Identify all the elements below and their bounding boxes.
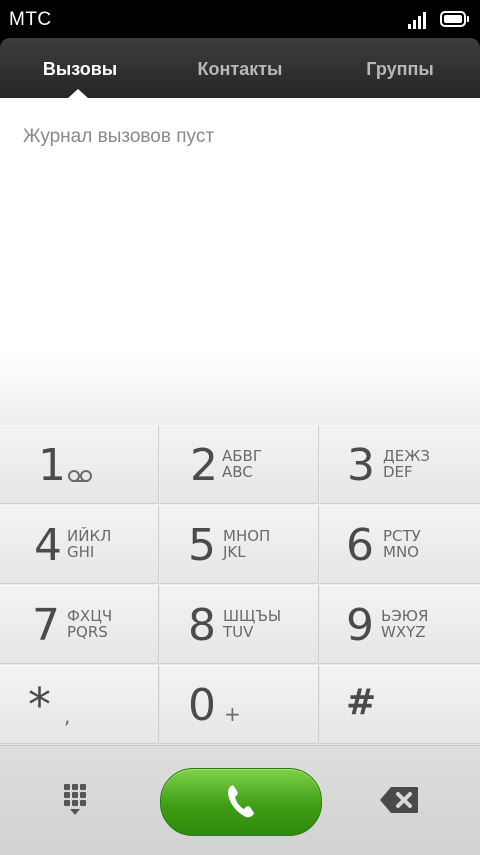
phone-handset-icon <box>228 785 254 818</box>
key-star[interactable]: * , <box>0 665 159 744</box>
key-digit: 0 <box>188 680 216 731</box>
key-3[interactable]: 3 ДЕЖЗ DEF <box>320 425 480 504</box>
key-2[interactable]: 2 АБВГ ABC <box>160 425 319 504</box>
active-tab-indicator <box>68 89 88 98</box>
key-letters: МНОП JKL <box>223 527 271 561</box>
key-letters: АБВГ ABC <box>222 447 262 481</box>
key-1[interactable]: 1 <box>0 425 159 504</box>
key-digit: 5 <box>188 520 216 571</box>
key-8[interactable]: 8 ШЩЪЫ TUV <box>160 585 319 664</box>
key-digit: 3 <box>347 440 375 491</box>
key-hash[interactable]: # <box>320 665 480 744</box>
key-sub-symbol: + <box>224 702 241 726</box>
key-digit: 9 <box>346 600 374 651</box>
empty-call-log-message: Журнал вызовов пуст <box>23 126 215 147</box>
key-4[interactable]: 4 ИЙКЛ GHI <box>0 505 159 584</box>
dialpad-grid-icon[interactable] <box>64 784 94 818</box>
signal-bars-icon <box>408 11 430 29</box>
key-letters: ДЕЖЗ DEF <box>383 447 430 481</box>
status-bar: МТС <box>0 0 480 38</box>
key-digit: 4 <box>34 520 62 571</box>
tab-groups[interactable]: Группы <box>320 38 480 98</box>
key-digit: 2 <box>190 440 218 491</box>
carrier-name: МТС <box>9 9 52 30</box>
key-letters: РСТУ MNO <box>383 527 421 561</box>
key-digit: 7 <box>32 600 60 651</box>
key-letters: ИЙКЛ GHI <box>67 527 112 561</box>
tab-bar: Вызовы Контакты Группы <box>0 38 480 98</box>
key-digit: * <box>28 678 51 732</box>
key-digit: 6 <box>346 520 374 571</box>
key-letters: ШЩЪЫ TUV <box>223 607 282 641</box>
key-letters: ЬЭЮЯ WXYZ <box>381 607 429 641</box>
key-letters: ФХЦЧ PQRS <box>67 607 113 641</box>
key-digit: 8 <box>188 600 216 651</box>
key-6[interactable]: 6 РСТУ MNO <box>320 505 480 584</box>
call-button[interactable] <box>160 768 322 836</box>
battery-full-icon <box>440 11 469 27</box>
dialer-action-bar <box>0 745 480 855</box>
key-7[interactable]: 7 ФХЦЧ PQRS <box>0 585 159 664</box>
key-9[interactable]: 9 ЬЭЮЯ WXYZ <box>320 585 480 664</box>
key-digit: 1 <box>38 440 66 491</box>
key-5[interactable]: 5 МНОП JKL <box>160 505 319 584</box>
backspace-icon[interactable] <box>379 786 419 814</box>
tab-contacts[interactable]: Контакты <box>160 38 320 98</box>
dialpad: 1 2 АБВГ ABC 3 ДЕЖЗ DEF 4 ИЙКЛ GHI 5 МНОП JK… <box>0 425 480 745</box>
key-digit: # <box>346 682 377 723</box>
call-log-list: Журнал вызовов пуст <box>0 98 480 425</box>
voicemail-icon <box>68 470 94 482</box>
key-0[interactable]: 0 + <box>160 665 319 744</box>
key-sub-symbol: , <box>64 704 71 728</box>
